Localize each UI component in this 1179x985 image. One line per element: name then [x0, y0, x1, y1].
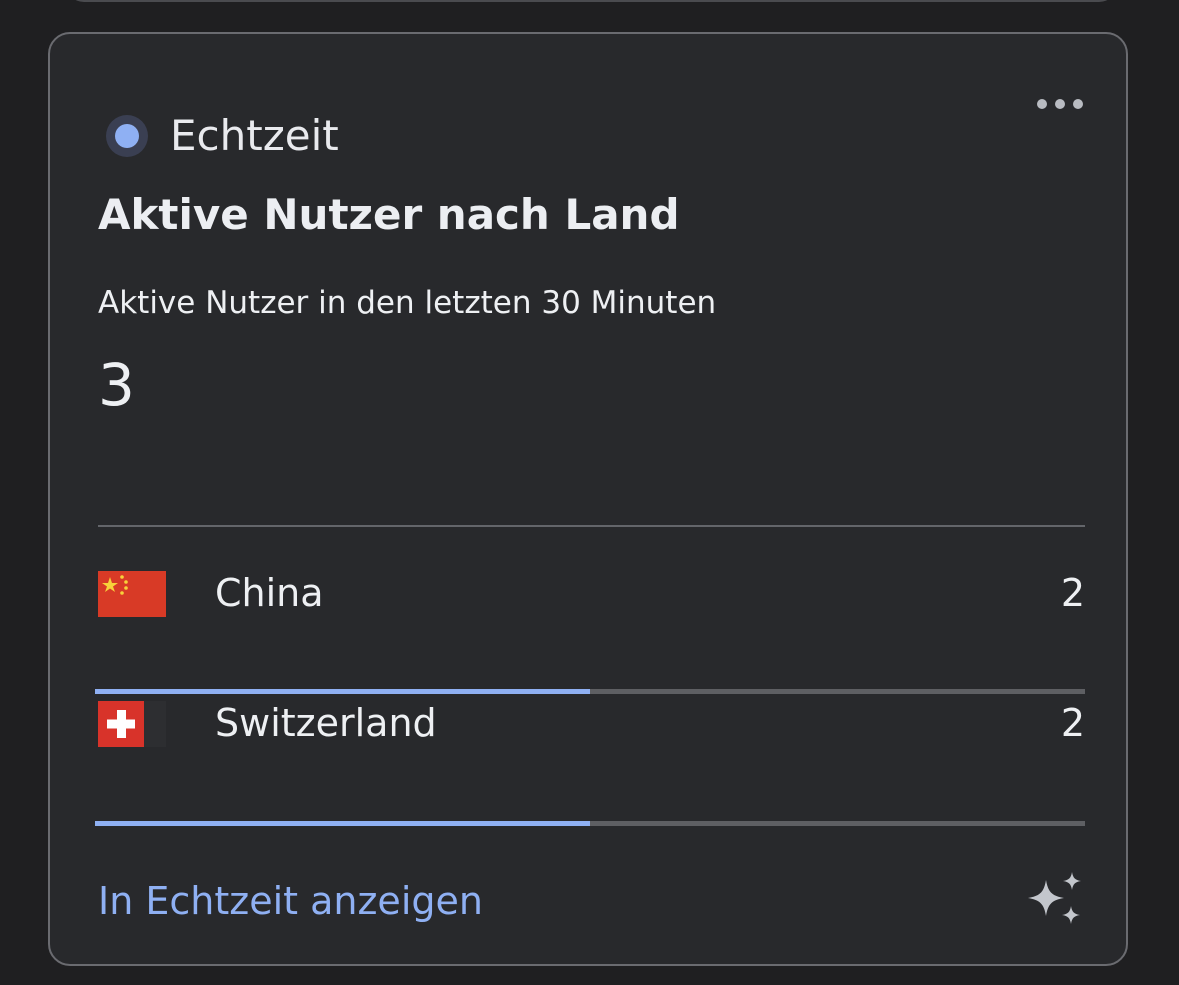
realtime-country-card: Echtzeit Aktive Nutzer nach Land Aktive …	[48, 32, 1128, 966]
more-dot-icon	[1037, 99, 1047, 109]
previous-card-edge	[66, 0, 1117, 2]
realtime-label: Echtzeit	[170, 111, 339, 160]
more-options-button[interactable]	[1030, 86, 1090, 122]
sparkle-icon[interactable]	[1024, 870, 1086, 932]
country-name: China	[215, 571, 324, 615]
divider	[98, 525, 1085, 527]
country-row-china: China 2	[98, 564, 1085, 624]
more-dot-icon	[1055, 99, 1065, 109]
metric-label: Aktive Nutzer in den letzten 30 Minuten	[98, 285, 717, 321]
switzerland-flag-icon	[98, 701, 166, 747]
live-dot-icon	[106, 115, 148, 157]
country-row-switzerland: Switzerland 2	[98, 694, 1085, 754]
metric-value: 3	[98, 351, 135, 419]
card-title: Aktive Nutzer nach Land	[98, 190, 680, 239]
country-count: 2	[1060, 701, 1085, 745]
country-count: 2	[1060, 571, 1085, 615]
china-flag-icon	[98, 571, 166, 617]
realtime-indicator: Echtzeit	[106, 108, 339, 164]
country-share-bar-switzerland	[95, 821, 1085, 826]
view-realtime-link[interactable]: In Echtzeit anzeigen	[98, 882, 483, 920]
country-name: Switzerland	[215, 701, 437, 745]
country-share-fill-switzerland	[95, 821, 590, 826]
more-dot-icon	[1073, 99, 1083, 109]
